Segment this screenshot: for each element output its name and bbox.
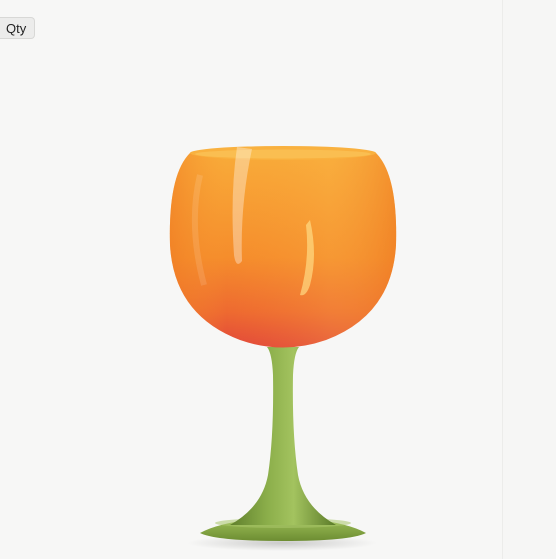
wine-glass-image	[169, 146, 397, 551]
qty-button[interactable]: Qty	[0, 17, 36, 39]
product-image-area: Qty	[0, 0, 502, 559]
qty-button-label: Qty	[6, 20, 27, 36]
right-gutter	[502, 0, 556, 559]
